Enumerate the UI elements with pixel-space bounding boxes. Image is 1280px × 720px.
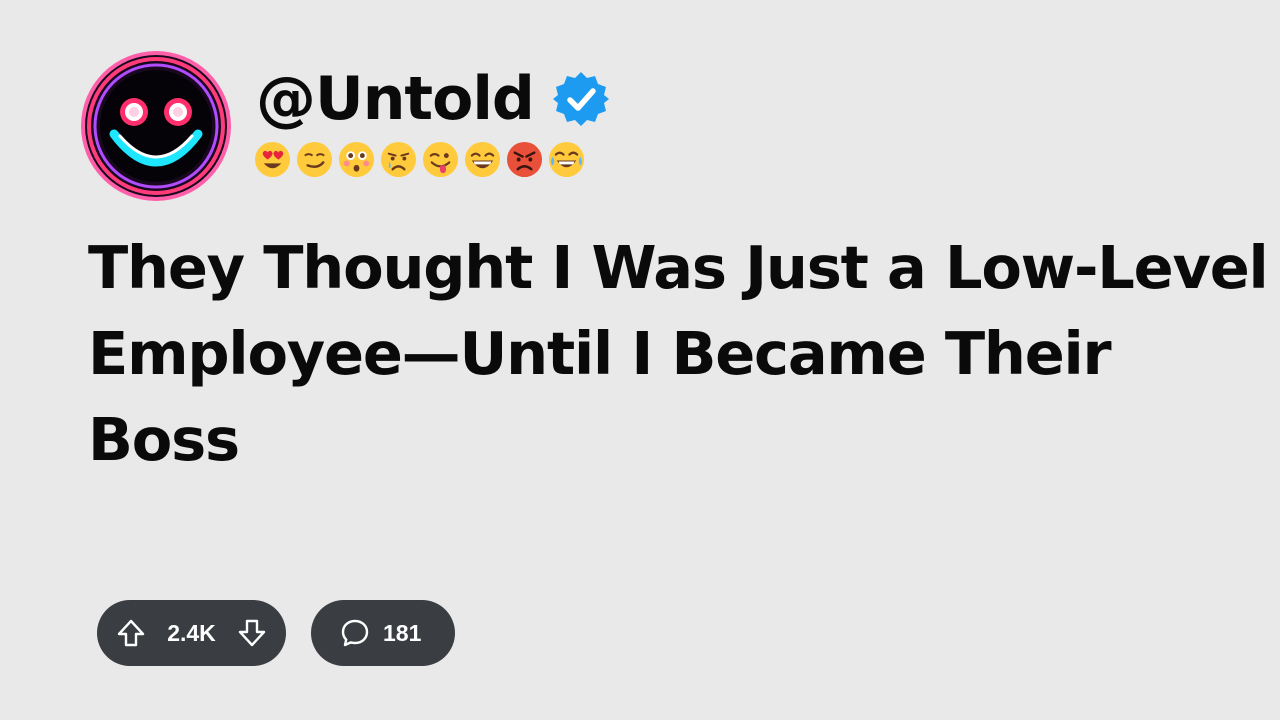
comments-button[interactable]: 181 [311,600,455,666]
flushed-emoji-icon [338,141,375,177]
smirk-emoji-icon [296,141,333,177]
verified-badge-icon [552,72,609,126]
username-row: @Untold [256,64,610,134]
post-title[interactable]: They Thought I Was Just a Low-Level Empl… [88,225,1269,483]
tongue-wink-emoji-icon [422,141,459,177]
avatar[interactable] [80,50,232,202]
downvote-icon[interactable] [236,617,268,649]
crying-emoji-icon [380,141,417,177]
comment-bubble-icon [341,619,369,647]
username[interactable]: @Untold [256,69,535,129]
emoji-row [254,139,585,179]
grin-emoji-icon [464,141,501,177]
vote-control: 2.4K [97,600,286,666]
post-card: @Untold They Thought I Was Just a Low-Le… [0,0,1280,720]
upvote-icon[interactable] [115,617,147,649]
comment-count: 181 [383,619,422,646]
heart-eyes-emoji-icon [254,141,291,177]
angry-emoji-icon [506,141,543,177]
vote-count: 2.4K [167,619,216,646]
tears-of-joy-emoji-icon [548,141,585,177]
